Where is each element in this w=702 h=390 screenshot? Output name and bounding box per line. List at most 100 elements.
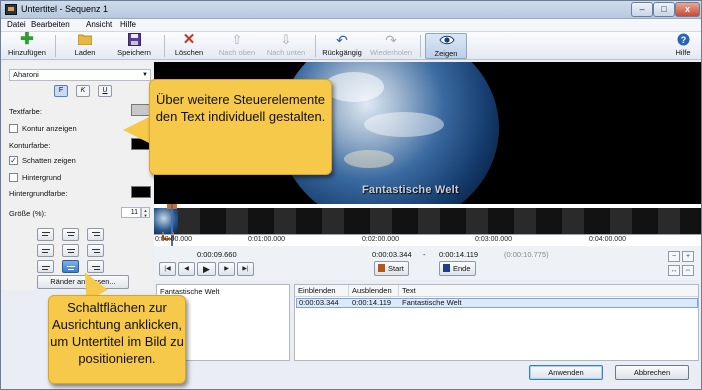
text-color-swatch[interactable] (131, 104, 151, 116)
size-spinner[interactable]: ▲ ▼ (141, 207, 150, 218)
save-button[interactable]: Speichern (113, 33, 155, 59)
size-input[interactable]: 11 (121, 207, 141, 218)
align-top-left-button[interactable] (37, 228, 54, 241)
go-to-start-button[interactable]: |◀ (159, 262, 176, 276)
help-icon: ? (676, 33, 690, 47)
playback-controls: 0:00:09.660 0:00:03.344 - 0:00:14.119 (0… (154, 246, 701, 280)
shadow-checkbox-label: Schatten zeigen (22, 156, 76, 165)
start-marker-icon (378, 264, 385, 272)
column-header-out[interactable]: Ausblenden (349, 285, 399, 297)
maximize-button[interactable]: □ (653, 2, 675, 17)
help-button[interactable]: ? Hilfe (671, 33, 695, 59)
tick-label: 0:03:00.000 (475, 236, 512, 243)
eye-icon (439, 34, 455, 48)
zoom-out-icon[interactable]: − (668, 251, 680, 262)
table-row[interactable]: 0:00:03.344 0:00:14.119 Fantastische Wel… (296, 298, 698, 308)
window-title: Untertitel - Sequenz 1 (21, 4, 109, 14)
move-down-button[interactable]: ⇩ Nach unten (262, 33, 310, 59)
step-forward-icon: ▶ (224, 266, 229, 272)
next-frame-button[interactable]: ▶ (218, 262, 235, 276)
tick-label: 0:00:00.000 (155, 236, 192, 243)
background-color-swatch[interactable] (131, 186, 151, 198)
menu-ansicht[interactable]: Ansicht (86, 20, 112, 29)
background-checkbox-label: Hintergrund (22, 173, 62, 182)
align-middle-left-button[interactable] (37, 244, 54, 257)
set-end-button[interactable]: Ende (439, 261, 476, 276)
plus-icon: ✚ (20, 31, 34, 48)
toolbar: ✚ Hinzufügen Laden Speichern ✕ Löschen ⇧… (1, 32, 701, 60)
apply-button[interactable]: Anwenden (529, 365, 603, 380)
skip-start-icon: |◀ (164, 266, 171, 272)
duration: (0:00:10.775) (504, 250, 549, 259)
align-top-center-button[interactable] (62, 228, 79, 241)
menu-hilfe[interactable]: Hilfe (120, 20, 136, 29)
move-up-button[interactable]: ⇧ Nach oben (216, 33, 258, 59)
arrow-down-icon: ⇩ (280, 32, 292, 47)
svg-text:?: ? (680, 35, 686, 45)
delete-button[interactable]: ✕ Löschen (171, 31, 207, 59)
outline-checkbox[interactable] (9, 124, 18, 133)
chevron-down-icon: ▼ (142, 72, 148, 78)
go-to-end-button[interactable]: ▶| (237, 262, 254, 276)
fit-all-icon[interactable]: ⇔ (682, 265, 694, 276)
shadow-checkbox[interactable]: ✓ (9, 156, 18, 165)
background-color-label: Hintergrundfarbe: (9, 189, 68, 198)
load-button[interactable]: Laden (69, 33, 101, 59)
align-top-right-button[interactable] (87, 228, 104, 241)
subtitle-window: Untertitel - Sequenz 1 – □ x Datei Bearb… (0, 0, 702, 390)
floppy-icon (127, 33, 141, 47)
undo-icon: ↶ (336, 32, 348, 48)
align-middle-right-button[interactable] (87, 244, 104, 257)
play-icon: ▶ (203, 264, 210, 274)
fit-width-icon[interactable]: ↔ (668, 265, 680, 276)
font-select[interactable]: Aharoni ▼ (9, 69, 151, 81)
background-checkbox[interactable] (9, 173, 18, 182)
add-button[interactable]: ✚ Hinzufügen (5, 31, 49, 59)
tick-label: 0:01:00.000 (248, 236, 285, 243)
italic-button[interactable]: K (76, 85, 90, 97)
filmstrip (154, 208, 701, 234)
folder-icon (77, 33, 93, 47)
text-color-label: Textfarbe: (9, 107, 42, 116)
title-bar: Untertitel - Sequenz 1 – □ x (1, 1, 701, 19)
underline-button[interactable]: U (98, 85, 112, 97)
undo-button[interactable]: ↶ Rückgängig (319, 33, 365, 59)
align-bottom-center-button[interactable] (62, 260, 79, 273)
subtitle-table: Einblenden Ausblenden Text 0:00:03.344 0… (294, 284, 699, 361)
set-start-button[interactable]: Start (374, 261, 409, 276)
outline-checkbox-label: Kontur anzeigen (22, 124, 77, 133)
bold-button[interactable]: F (54, 85, 68, 97)
play-button[interactable]: ▶ (197, 262, 216, 276)
redo-button[interactable]: ↷ Wiederholen (367, 33, 415, 59)
end-time: 0:00:14.119 (439, 250, 479, 259)
menu-datei[interactable]: Datei (7, 20, 26, 29)
tick-label: 0:02:00.000 (362, 236, 399, 243)
format-panel: Aharoni ▼ F K U Textfarbe: Kontur anzeig… (3, 62, 153, 290)
zoom-in-icon[interactable]: + (682, 251, 694, 262)
cell-out: 0:00:14.119 (352, 298, 392, 307)
x-icon: ✕ (182, 31, 196, 48)
end-marker-icon (443, 264, 450, 272)
callout-bottom: Schaltflächen zur Ausrichtung anklicken,… (48, 295, 186, 384)
column-header-text[interactable]: Text (399, 285, 698, 297)
column-header-in[interactable]: Einblenden (295, 285, 349, 297)
previous-frame-button[interactable]: ◀ (178, 262, 195, 276)
align-middle-center-button[interactable] (62, 244, 79, 257)
size-label: Größe (%): (9, 209, 47, 218)
font-select-value: Aharoni (13, 70, 39, 79)
cancel-button[interactable]: Abbrechen (615, 365, 689, 380)
callout-top: Über weitere Steuerelemente den Text ind… (149, 79, 332, 175)
current-time: 0:00:09.660 (197, 250, 237, 259)
tick-label: 0:04:00.000 (589, 236, 626, 243)
show-button[interactable]: Zeigen (425, 33, 467, 59)
menu-bearbeiten[interactable]: Bearbeiten (31, 20, 70, 29)
close-button[interactable]: x (675, 2, 700, 17)
cell-text: Fantastische Welt (402, 298, 462, 307)
redo-icon: ↷ (385, 32, 397, 48)
skip-end-icon: ▶| (242, 266, 249, 272)
start-time: 0:00:03.344 (372, 250, 412, 259)
timeline[interactable]: 0:00:00.000 0:01:00.000 0:02:00.000 0:03… (154, 204, 701, 246)
align-bottom-left-button[interactable] (37, 260, 54, 273)
minimize-button[interactable]: – (631, 2, 653, 17)
filmstrip-thumbnail (154, 208, 178, 234)
